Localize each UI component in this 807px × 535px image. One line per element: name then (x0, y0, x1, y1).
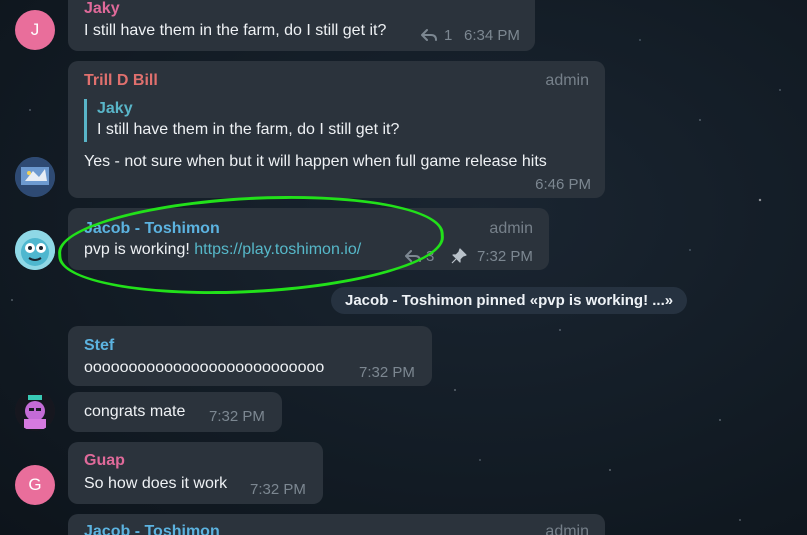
message-text: congrats mate (84, 403, 186, 420)
message-time: 7:32 PM (250, 481, 306, 498)
pinned-service-message[interactable]: Jacob - Toshimon pinned «pvp is working!… (331, 287, 688, 314)
avatar-image (15, 391, 55, 431)
message-bubble[interactable]: Guap So how does it work 7:32 PM (68, 442, 323, 504)
avatar[interactable] (15, 391, 55, 431)
avatar[interactable]: G (15, 465, 55, 505)
message-time: 7:32 PM (209, 408, 265, 425)
message-bubble[interactable]: Jacob - Toshimon admin (68, 514, 605, 535)
admin-badge: admin (545, 523, 589, 535)
quote-sender: Jaky (97, 100, 133, 117)
message-text: ooooooooooooooooooooooooooo (84, 359, 325, 376)
avatar-initial: G (28, 475, 42, 494)
sender-name[interactable]: Trill D Bill (84, 72, 158, 90)
avatar-image (15, 157, 55, 197)
reply-count[interactable]: 1 (444, 27, 452, 44)
message-bubble[interactable]: congrats mate 7:32 PM (68, 392, 282, 432)
reply-quote[interactable]: Jaky I still have them in the farm, do I… (84, 99, 399, 142)
message-time: 7:32 PM (477, 248, 533, 265)
message-text: I still have them in the farm, do I stil… (84, 22, 387, 39)
message-link[interactable]: https://play.toshimon.io/ (194, 241, 361, 258)
reply-arrow-icon[interactable] (405, 249, 421, 263)
message-bubble[interactable]: Jacob - Toshimon admin pvp is working! h… (68, 208, 549, 270)
avatar[interactable] (15, 230, 55, 270)
message-time: 7:32 PM (359, 364, 415, 381)
avatar[interactable]: J (15, 10, 55, 50)
avatar[interactable] (15, 157, 55, 197)
sender-name[interactable]: Stef (84, 337, 114, 355)
admin-badge: admin (489, 220, 533, 237)
message-text: Yes - not sure when but it will happen w… (84, 153, 547, 170)
message-bubble[interactable]: Jaky I still have them in the farm, do I… (68, 0, 535, 51)
message-time: 6:46 PM (535, 176, 591, 193)
avatar-image (15, 230, 55, 270)
message-text: So how does it work (84, 475, 228, 492)
sender-name[interactable]: Guap (84, 452, 125, 470)
reply-count[interactable]: 3 (426, 248, 434, 265)
message-bubble[interactable]: Stef ooooooooooooooooooooooooooo 7:32 PM (68, 326, 432, 386)
sender-name[interactable]: Jacob - Toshimon (84, 220, 220, 238)
sender-name[interactable]: Jaky (84, 0, 120, 18)
sender-name[interactable]: Jacob - Toshimon (84, 523, 220, 535)
message-text-content: pvp is working! (84, 241, 190, 258)
avatar-initial: J (30, 20, 40, 39)
message-text: pvp is working! https://play.toshimon.io… (84, 241, 361, 259)
quote-text: I still have them in the farm, do I stil… (97, 121, 400, 138)
pin-icon (451, 248, 467, 264)
reply-arrow-icon[interactable] (421, 28, 437, 42)
message-bubble[interactable]: Trill D Bill admin Jaky I still have the… (68, 61, 605, 198)
message-time: 6:34 PM (464, 27, 520, 44)
admin-badge: admin (545, 72, 589, 89)
